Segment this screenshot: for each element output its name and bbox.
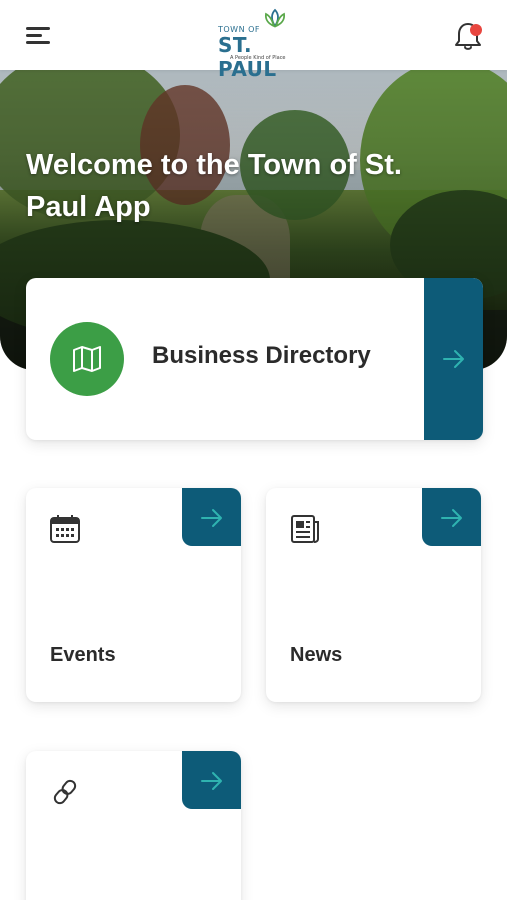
- arrow-right-icon: [441, 509, 462, 527]
- map-icon: [73, 346, 101, 372]
- calendar-icon: [50, 515, 80, 543]
- arrow-right-icon: [201, 772, 222, 790]
- hero-title: Welcome to the Town of St. Paul App: [26, 149, 402, 223]
- business-directory-card[interactable]: Business Directory: [26, 278, 483, 440]
- newspaper-icon: [291, 515, 319, 543]
- logo-tagline: A People Kind of Place: [230, 55, 286, 61]
- notification-badge: [470, 24, 482, 36]
- arrow-right-icon: [201, 509, 222, 527]
- app-header: TOWN OF ST. PAUL A People Kind of Place: [0, 0, 507, 81]
- news-arrow-button[interactable]: [422, 488, 481, 546]
- events-card[interactable]: Events: [26, 488, 241, 702]
- links-arrow-button[interactable]: [182, 751, 241, 809]
- hamburger-menu-icon[interactable]: [26, 24, 54, 46]
- events-arrow-button[interactable]: [182, 488, 241, 546]
- map-icon-badge: [50, 322, 124, 396]
- events-label: Events: [50, 644, 116, 666]
- business-directory-arrow-button[interactable]: [424, 278, 483, 440]
- links-card[interactable]: [26, 751, 241, 900]
- news-card[interactable]: News: [266, 488, 481, 702]
- arrow-right-icon: [443, 350, 464, 368]
- business-directory-label: Business Directory: [152, 342, 371, 369]
- link-icon: [53, 779, 77, 805]
- news-label: News: [290, 644, 343, 666]
- lotus-logo-icon: [264, 8, 286, 28]
- town-logo[interactable]: TOWN OF ST. PAUL A People Kind of Place: [212, 6, 296, 81]
